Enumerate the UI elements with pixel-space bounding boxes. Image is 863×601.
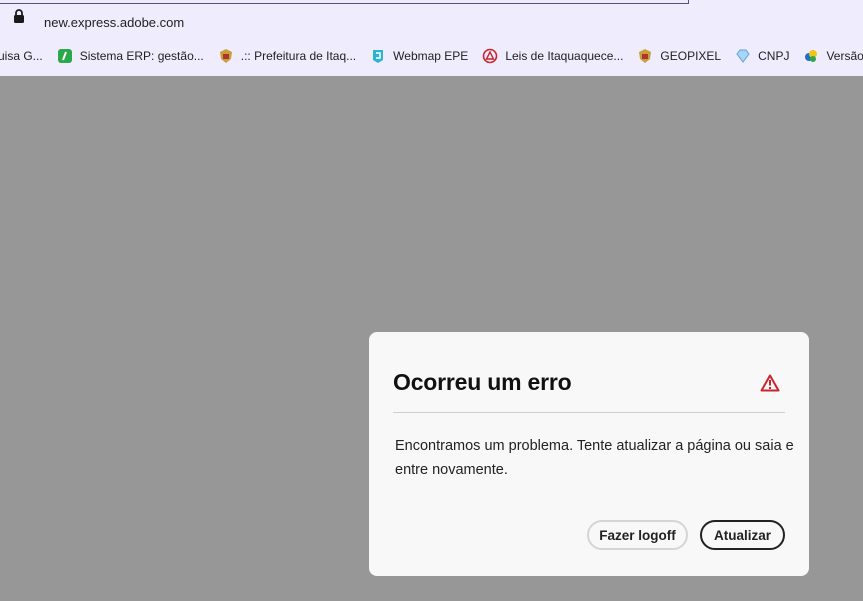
bookmark-label: GEOPIXEL <box>660 49 722 63</box>
crest-icon <box>218 48 234 64</box>
bookmark-label: CNPJ <box>758 49 790 63</box>
alert-icon <box>760 374 780 392</box>
dialog-message: Encontramos um problema. Tente atualizar… <box>395 438 794 478</box>
bookmark-item[interactable]: GEOPIXEL <box>637 48 721 64</box>
address-url[interactable]: new.express.adobe.com <box>44 15 184 30</box>
crest-icon <box>637 48 653 64</box>
refresh-button[interactable]: Atualizar <box>700 520 785 550</box>
gov-icon <box>803 48 819 64</box>
bookmark-item[interactable]: Webmap EPE <box>370 48 468 64</box>
error-dialog: Ocorreu um erro Encontramos um problema.… <box>369 332 809 576</box>
logoff-button[interactable]: Fazer logoff <box>587 520 688 550</box>
dialog-divider <box>393 412 785 413</box>
erp-icon <box>57 48 73 64</box>
bookmark-label: Leis de Itaquaquece... <box>505 49 624 63</box>
bookmark-item[interactable]: uisa G... <box>0 49 43 63</box>
lock-icon[interactable] <box>12 8 26 24</box>
browser-toolbar: new.express.adobe.com uisa G... Sistema … <box>0 0 863 76</box>
bookmark-item[interactable]: Versão para Cart <box>803 48 863 64</box>
bookmark-label: Sistema ERP: gestão... <box>79 49 204 63</box>
leis-icon <box>482 48 498 64</box>
bookmarks-bar: uisa G... Sistema ERP: gestão... .:: Pre… <box>0 44 863 68</box>
diamond-icon <box>735 48 751 64</box>
bookmark-label: uisa G... <box>0 49 43 63</box>
webmap-icon <box>370 48 386 64</box>
bookmark-item[interactable]: CNPJ <box>735 48 789 64</box>
bookmark-label: .:: Prefeitura de Itaq... <box>240 49 357 63</box>
bookmark-item[interactable]: .:: Prefeitura de Itaq... <box>218 48 356 64</box>
bookmark-item[interactable]: Leis de Itaquaquece... <box>482 48 623 64</box>
address-bar-border <box>0 0 689 4</box>
bookmark-label: Versão para Cart <box>826 49 863 63</box>
bookmark-label: Webmap EPE <box>393 49 469 63</box>
dialog-title: Ocorreu um erro <box>393 369 572 395</box>
bookmark-item[interactable]: Sistema ERP: gestão... <box>57 48 204 64</box>
